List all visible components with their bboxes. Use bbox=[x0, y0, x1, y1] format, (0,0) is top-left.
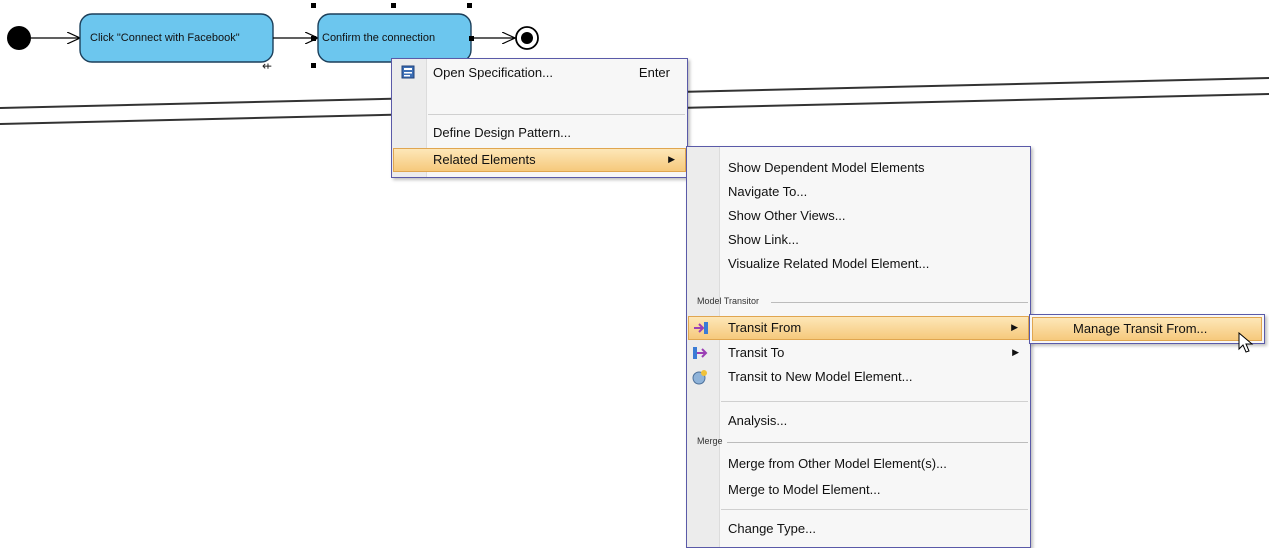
submenu-arrow-icon: ▶ bbox=[1012, 347, 1019, 357]
menu-item-label: Show Other Views... bbox=[728, 208, 846, 223]
node-label: Confirm the connection bbox=[322, 32, 436, 44]
menu-item-change-type[interactable]: Change Type... bbox=[688, 517, 1029, 540]
initial-node[interactable] bbox=[7, 26, 31, 50]
menu-separator bbox=[428, 114, 685, 115]
group-label-model-transitor: Model Transitor bbox=[697, 296, 760, 306]
menu-item-merge-to-model-element[interactable]: Merge to Model Element... bbox=[688, 478, 1029, 501]
menu-item-visualize-related-model-element[interactable]: Visualize Related Model Element... bbox=[688, 252, 1029, 275]
menu-item-related-elements[interactable]: Related Elements ▶ bbox=[393, 148, 686, 172]
menu-item-merge-from-other-model-elements[interactable]: Merge from Other Model Element(s)... bbox=[688, 452, 1029, 475]
selection-handle[interactable] bbox=[469, 36, 474, 41]
selection-handle[interactable] bbox=[467, 3, 472, 8]
menu-item-navigate-to[interactable]: Navigate To... bbox=[688, 180, 1029, 203]
menu-item-label: Transit To bbox=[728, 345, 785, 360]
selection-handle[interactable] bbox=[311, 36, 316, 41]
new-model-element-icon bbox=[692, 369, 708, 385]
final-node-center bbox=[521, 32, 533, 44]
menu-item-label: Open Specification... bbox=[433, 65, 553, 80]
menu-item-manage-transit-from[interactable]: Manage Transit From... bbox=[1032, 317, 1262, 341]
menu-item-label: Show Dependent Model Elements bbox=[728, 160, 925, 175]
mouse-cursor-icon bbox=[1238, 332, 1254, 353]
menu-item-show-link[interactable]: Show Link... bbox=[688, 228, 1029, 251]
menu-item-analysis[interactable]: Analysis... bbox=[688, 409, 1029, 432]
menu-item-label: Transit to New Model Element... bbox=[728, 369, 913, 384]
menu-item-label: Merge to Model Element... bbox=[728, 482, 881, 497]
menu-item-open-specification[interactable]: Open Specification... Enter bbox=[393, 61, 686, 84]
menu-item-label: Navigate To... bbox=[728, 184, 808, 199]
group-divider bbox=[727, 442, 1028, 443]
menu-item-label: Analysis... bbox=[728, 413, 788, 428]
submenu-arrow-icon: ▶ bbox=[1011, 322, 1018, 332]
menu-item-label: Define Design Pattern... bbox=[433, 125, 572, 140]
menu-item-label: Show Link... bbox=[728, 232, 799, 247]
transit-from-icon bbox=[693, 320, 709, 336]
menu-item-label: Change Type... bbox=[728, 521, 816, 536]
menu-item-label: Related Elements bbox=[433, 152, 536, 167]
menu-separator bbox=[721, 509, 1028, 510]
menu-item-shortcut: Enter bbox=[638, 65, 670, 80]
transit-from-submenu: Manage Transit From... bbox=[1029, 314, 1265, 344]
menu-item-show-other-views[interactable]: Show Other Views... bbox=[688, 204, 1029, 227]
group-divider bbox=[771, 302, 1028, 303]
selection-handle[interactable] bbox=[311, 63, 316, 68]
related-elements-submenu: Show Dependent Model Elements Navigate T… bbox=[686, 146, 1031, 548]
menu-item-label: Manage Transit From... bbox=[1073, 321, 1208, 336]
menu-separator bbox=[721, 401, 1028, 402]
transit-to-icon bbox=[692, 345, 708, 361]
menu-item-label: Merge from Other Model Element(s)... bbox=[728, 456, 947, 471]
menu-item-show-dependent-model-elements[interactable]: Show Dependent Model Elements bbox=[688, 156, 1029, 179]
node-label: Click "Connect with Facebook" bbox=[90, 32, 240, 44]
menu-item-label: Visualize Related Model Element... bbox=[728, 256, 930, 271]
selection-handle[interactable] bbox=[391, 3, 396, 8]
menu-item-transit-to[interactable]: Transit To ▶ bbox=[688, 341, 1029, 364]
menu-item-transit-to-new-model-element[interactable]: Transit to New Model Element... bbox=[688, 365, 1029, 388]
menu-item-define-design-pattern[interactable]: Define Design Pattern... bbox=[393, 121, 686, 144]
menu-item-transit-from[interactable]: Transit From ▶ bbox=[688, 316, 1029, 340]
group-label-merge: Merge bbox=[697, 436, 723, 446]
menu-item-label: Transit From bbox=[728, 320, 802, 335]
resource-catalog-icon[interactable]: ⇷ bbox=[262, 59, 272, 73]
selection-handle[interactable] bbox=[311, 3, 316, 8]
context-menu: Open Specification... Enter Define Desig… bbox=[391, 58, 688, 178]
specification-icon bbox=[401, 65, 415, 79]
submenu-arrow-icon: ▶ bbox=[668, 154, 675, 164]
